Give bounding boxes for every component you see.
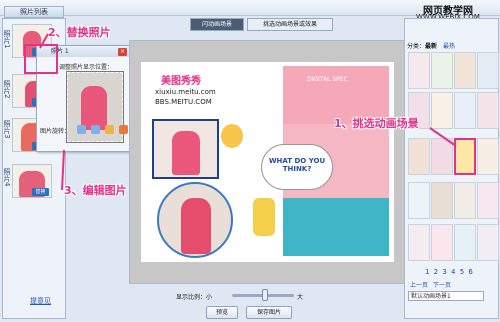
arrow-step1 <box>429 127 457 147</box>
arrow-step3 <box>61 149 65 191</box>
annotation-arrows <box>39 33 457 191</box>
arrow-step2 <box>39 33 49 49</box>
